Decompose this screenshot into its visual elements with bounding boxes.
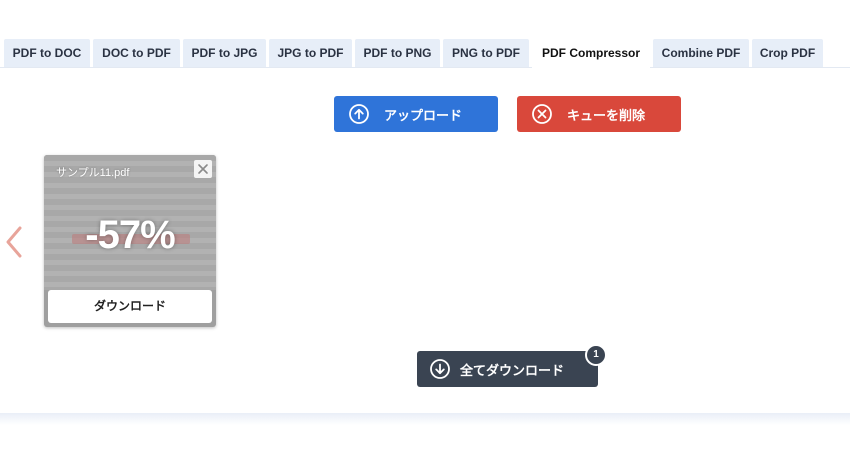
tab-pdf-to-png[interactable]: PDF to PNG <box>355 39 440 67</box>
compression-percentage: -57% <box>85 213 175 257</box>
tab-doc-to-pdf[interactable]: DOC to PDF <box>93 39 180 67</box>
upload-button[interactable]: アップロード <box>334 96 498 132</box>
tab-pdf-compressor[interactable]: PDF Compressor <box>532 39 650 68</box>
close-circle-icon <box>531 103 553 125</box>
clear-queue-button[interactable]: キューを削除 <box>517 96 681 132</box>
tab-pdf-to-doc[interactable]: PDF to DOC <box>4 39 90 67</box>
file-card: サンプル11.pdf -57% ダウンロード <box>44 155 216 327</box>
download-circle-icon <box>429 358 451 380</box>
tab-png-to-pdf[interactable]: PNG to PDF <box>443 39 529 67</box>
upload-circle-icon <box>348 103 370 125</box>
file-count-badge: 1 <box>585 344 607 366</box>
tool-tab-bar: PDF to DOC DOC to PDF PDF to JPG JPG to … <box>0 39 850 68</box>
chevron-left-icon[interactable] <box>2 222 26 262</box>
upload-button-label: アップロード <box>384 107 463 123</box>
download-file-button[interactable]: ダウンロード <box>48 290 212 323</box>
download-all-button[interactable]: 全てダウンロード <box>417 351 598 387</box>
tab-jpg-to-pdf[interactable]: JPG to PDF <box>269 39 352 67</box>
download-all-button-label: 全てダウンロード <box>460 362 565 378</box>
tab-combine-pdf[interactable]: Combine PDF <box>653 39 749 67</box>
tab-pdf-to-jpg[interactable]: PDF to JPG <box>183 39 266 67</box>
clear-queue-button-label: キューを削除 <box>567 107 646 123</box>
close-icon <box>194 164 212 182</box>
tab-crop-pdf[interactable]: Crop PDF <box>752 39 823 67</box>
file-name: サンプル11.pdf <box>56 167 130 179</box>
remove-file-button[interactable] <box>194 160 212 178</box>
panel-bottom-edge <box>0 413 850 425</box>
